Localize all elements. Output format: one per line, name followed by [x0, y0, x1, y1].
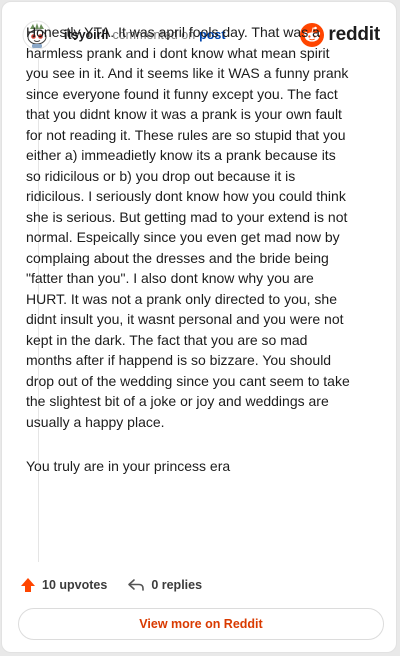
comment-closing-line: You truly are in your princess era [26, 458, 231, 474]
replies-button[interactable]: 0 replies [127, 577, 202, 593]
upvote-button[interactable]: 10 upvotes [20, 577, 107, 593]
view-more-on-reddit-button[interactable]: View more on Reddit [18, 608, 384, 640]
upvote-count: 10 upvotes [42, 578, 108, 592]
reply-count: 0 replies [151, 578, 203, 592]
comment-actions: 10 upvotes 0 replies [20, 574, 202, 596]
upvote-arrow-icon [21, 578, 35, 592]
reply-arrow-icon [128, 579, 145, 591]
comment-card: itsyoirll commented on post reddit Hones… [1, 1, 397, 653]
comment-body: Honestly YTA. It was april fools day. Th… [26, 24, 350, 430]
